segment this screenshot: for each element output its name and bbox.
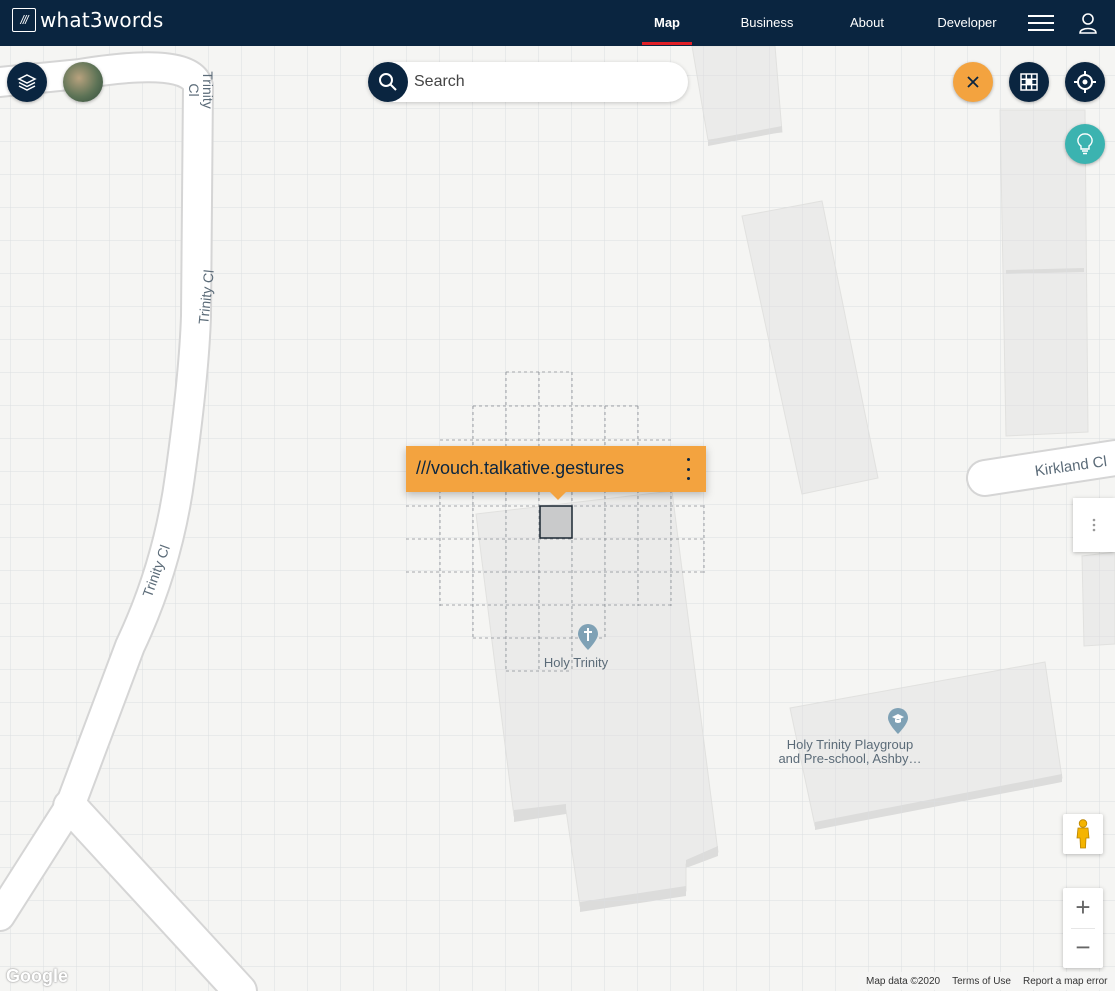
- pegman-button[interactable]: [1063, 814, 1103, 854]
- grid-icon: [1020, 73, 1038, 91]
- layers-button[interactable]: [7, 62, 47, 102]
- w3w-address[interactable]: ///vouch.talkative.gestures: [416, 458, 624, 479]
- satellite-thumbnail[interactable]: [63, 62, 103, 102]
- nav-business[interactable]: Business: [734, 0, 800, 46]
- place-label-line2: and Pre-school, Ashby…: [778, 751, 922, 766]
- place-label[interactable]: Holy Trinity: [520, 656, 632, 670]
- zoom-out-button[interactable]: −: [1063, 929, 1103, 968]
- more-options-icon[interactable]: [684, 458, 692, 480]
- report-error-link[interactable]: Report a map error: [1023, 976, 1107, 987]
- user-icon[interactable]: [1078, 12, 1098, 34]
- selected-square[interactable]: [539, 505, 573, 539]
- school-pin-icon[interactable]: [888, 708, 908, 734]
- zoom-control: + −: [1063, 888, 1103, 968]
- map-background: [0, 46, 1115, 991]
- kebab-icon: [1092, 518, 1096, 532]
- active-tab-underline: [642, 42, 692, 45]
- what3words-logo[interactable]: /// what3words: [12, 8, 163, 32]
- search-bar[interactable]: Search: [368, 62, 688, 102]
- lightbulb-icon: [1077, 133, 1093, 155]
- layers-icon: [17, 74, 37, 91]
- nav-about[interactable]: About: [842, 0, 892, 46]
- search-input[interactable]: Search: [414, 73, 465, 91]
- nav-developer[interactable]: Developer: [930, 0, 1004, 46]
- side-panel-handle[interactable]: [1073, 498, 1115, 552]
- locate-button[interactable]: [1065, 62, 1105, 102]
- logo-text: what3words: [40, 8, 164, 32]
- pegman-icon: [1076, 819, 1090, 849]
- logo-mark: ///: [12, 8, 36, 32]
- map-data-text: Map data ©2020: [866, 975, 941, 987]
- tips-button[interactable]: [1065, 124, 1105, 164]
- terms-link[interactable]: Terms of Use: [952, 976, 1011, 987]
- locate-icon: [1074, 71, 1096, 93]
- google-logo[interactable]: Google: [6, 966, 68, 987]
- search-icon: [379, 73, 397, 91]
- address-popup[interactable]: ///vouch.talkative.gestures: [406, 446, 706, 500]
- zoom-in-button[interactable]: +: [1063, 888, 1103, 928]
- map-attribution: Map data ©2020 Terms of Use Report a map…: [858, 972, 1115, 990]
- cross-pin-icon[interactable]: [578, 624, 598, 650]
- place-label-line1: Holy Trinity Playgroup: [786, 737, 914, 752]
- close-button[interactable]: [953, 62, 993, 102]
- nav-map[interactable]: Map: [644, 0, 690, 46]
- close-icon: [967, 76, 979, 88]
- search-button[interactable]: [368, 62, 408, 102]
- menu-icon[interactable]: [1028, 15, 1054, 31]
- street-label: Trinity Cl: [186, 71, 216, 109]
- popup-pointer: [550, 492, 566, 500]
- place-label[interactable]: Holy Trinity Playgroup and Pre-school, A…: [760, 738, 940, 766]
- top-navigation-bar: /// what3words Map Business About Develo…: [0, 0, 1115, 46]
- grid-toggle-button[interactable]: [1009, 62, 1049, 102]
- map-canvas[interactable]: Trinity Cl Trinity Cl Trinity Cl Kirklan…: [0, 46, 1115, 991]
